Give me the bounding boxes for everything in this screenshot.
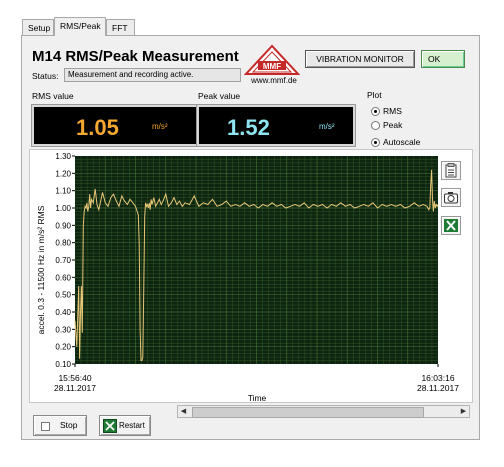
excel-icon	[444, 219, 458, 232]
stop-button-label: Stop	[60, 420, 78, 430]
y-tick-label: 1.20	[55, 169, 71, 178]
radio-autoscale[interactable]: Autoscale	[371, 137, 421, 148]
x-axis-label: Time	[248, 393, 267, 402]
radio-peak[interactable]: Peak	[371, 120, 403, 131]
scroll-right-icon[interactable]: ▶	[458, 406, 469, 417]
y-tick-label: 1.10	[55, 187, 71, 196]
radio-rms-indicator[interactable]	[371, 107, 380, 117]
status-field: Measurement and recording active.	[64, 68, 241, 82]
radio-autoscale-label: Autoscale	[383, 137, 421, 147]
stop-checkbox-icon	[41, 422, 50, 431]
logo-text: MMF	[263, 62, 281, 71]
ok-indicator-button[interactable]: OK	[421, 50, 465, 68]
radio-rms-label: RMS	[383, 106, 402, 116]
x-end-date: 28.11.2017	[417, 383, 459, 393]
clipboard-icon	[445, 163, 457, 178]
restart-button-label: Restart	[119, 421, 145, 430]
chart-scrollbar[interactable]: ◀ ▶	[177, 405, 470, 418]
y-tick-label: 0.80	[55, 239, 71, 248]
camera-icon	[444, 192, 458, 204]
y-tick-label: 0.90	[55, 221, 71, 230]
y-tick-label: 1.00	[55, 204, 71, 213]
y-axis: 0.10 0.20 0.30 0.40 0.50 0.60 0.70 0.80 0.90 1.00…	[55, 152, 75, 369]
y-tick-label: 1.30	[55, 152, 71, 161]
y-tick-label: 0.60	[55, 273, 71, 282]
tab-fft[interactable]: FFT	[106, 19, 135, 35]
y-axis-label: accel. 0.3 - 11500 Hz in m/s² RMS	[36, 205, 46, 334]
x-end-time: 16:03:16	[421, 373, 454, 383]
radio-rms[interactable]: RMS	[371, 106, 402, 117]
scroll-left-icon[interactable]: ◀	[178, 406, 189, 417]
peak-unit: m/s²	[319, 122, 335, 131]
clipboard-button[interactable]	[441, 161, 461, 180]
vibration-monitor-button[interactable]: VIBRATION MONITOR	[305, 50, 415, 68]
camera-button[interactable]	[441, 188, 461, 207]
rms-value: 1.05	[76, 115, 119, 140]
radio-autoscale-indicator[interactable]	[371, 138, 380, 148]
peak-value-label: Peak value	[198, 91, 241, 101]
plot-label: Plot	[367, 90, 382, 100]
vibration-chart: 0.10 0.20 0.30 0.40 0.50 0.60 0.70 0.80 0.90 1.00…	[36, 152, 459, 403]
rms-value-display: 1.05 m/s²	[31, 104, 203, 147]
restart-icon	[103, 419, 117, 433]
rms-peak-panel: M14 RMS/Peak Measurement Status: Measure…	[21, 35, 480, 440]
restart-button[interactable]: Restart	[99, 415, 151, 436]
excel-export-button[interactable]	[441, 216, 461, 235]
y-tick-label: 0.50	[55, 291, 71, 300]
logo-url: www.mmf.de	[251, 76, 297, 85]
status-label: Status:	[32, 71, 59, 81]
y-tick-label: 0.30	[55, 325, 71, 334]
rms-value-label: RMS value	[32, 91, 74, 101]
x-axis: 15:56:40 28.11.2017 16:03:16 28.11.2017 …	[54, 364, 459, 403]
tab-rms-peak[interactable]: RMS/Peak	[54, 17, 106, 36]
peak-value: 1.52	[227, 115, 270, 140]
y-tick-label: 0.40	[55, 308, 71, 317]
chart-frame: 0.10 0.20 0.30 0.40 0.50 0.60 0.70 0.80 0.90 1.00…	[29, 149, 473, 403]
y-tick-label: 0.10	[55, 360, 71, 369]
peak-value-display: 1.52 m/s²	[196, 104, 356, 147]
tab-setup[interactable]: Setup	[22, 19, 54, 35]
y-tick-label: 0.20	[55, 343, 71, 352]
y-tick-label: 0.70	[55, 256, 71, 265]
scroll-thumb[interactable]	[192, 407, 424, 418]
rms-unit: m/s²	[152, 122, 168, 131]
plot-area[interactable]	[74, 156, 439, 364]
x-start-date: 28.11.2017	[54, 383, 96, 393]
x-start-time: 15:56:40	[58, 373, 91, 383]
page-title: M14 RMS/Peak Measurement	[32, 48, 239, 65]
radio-peak-indicator[interactable]	[371, 121, 380, 131]
radio-peak-label: Peak	[383, 120, 403, 130]
stop-button[interactable]: Stop	[33, 415, 87, 436]
